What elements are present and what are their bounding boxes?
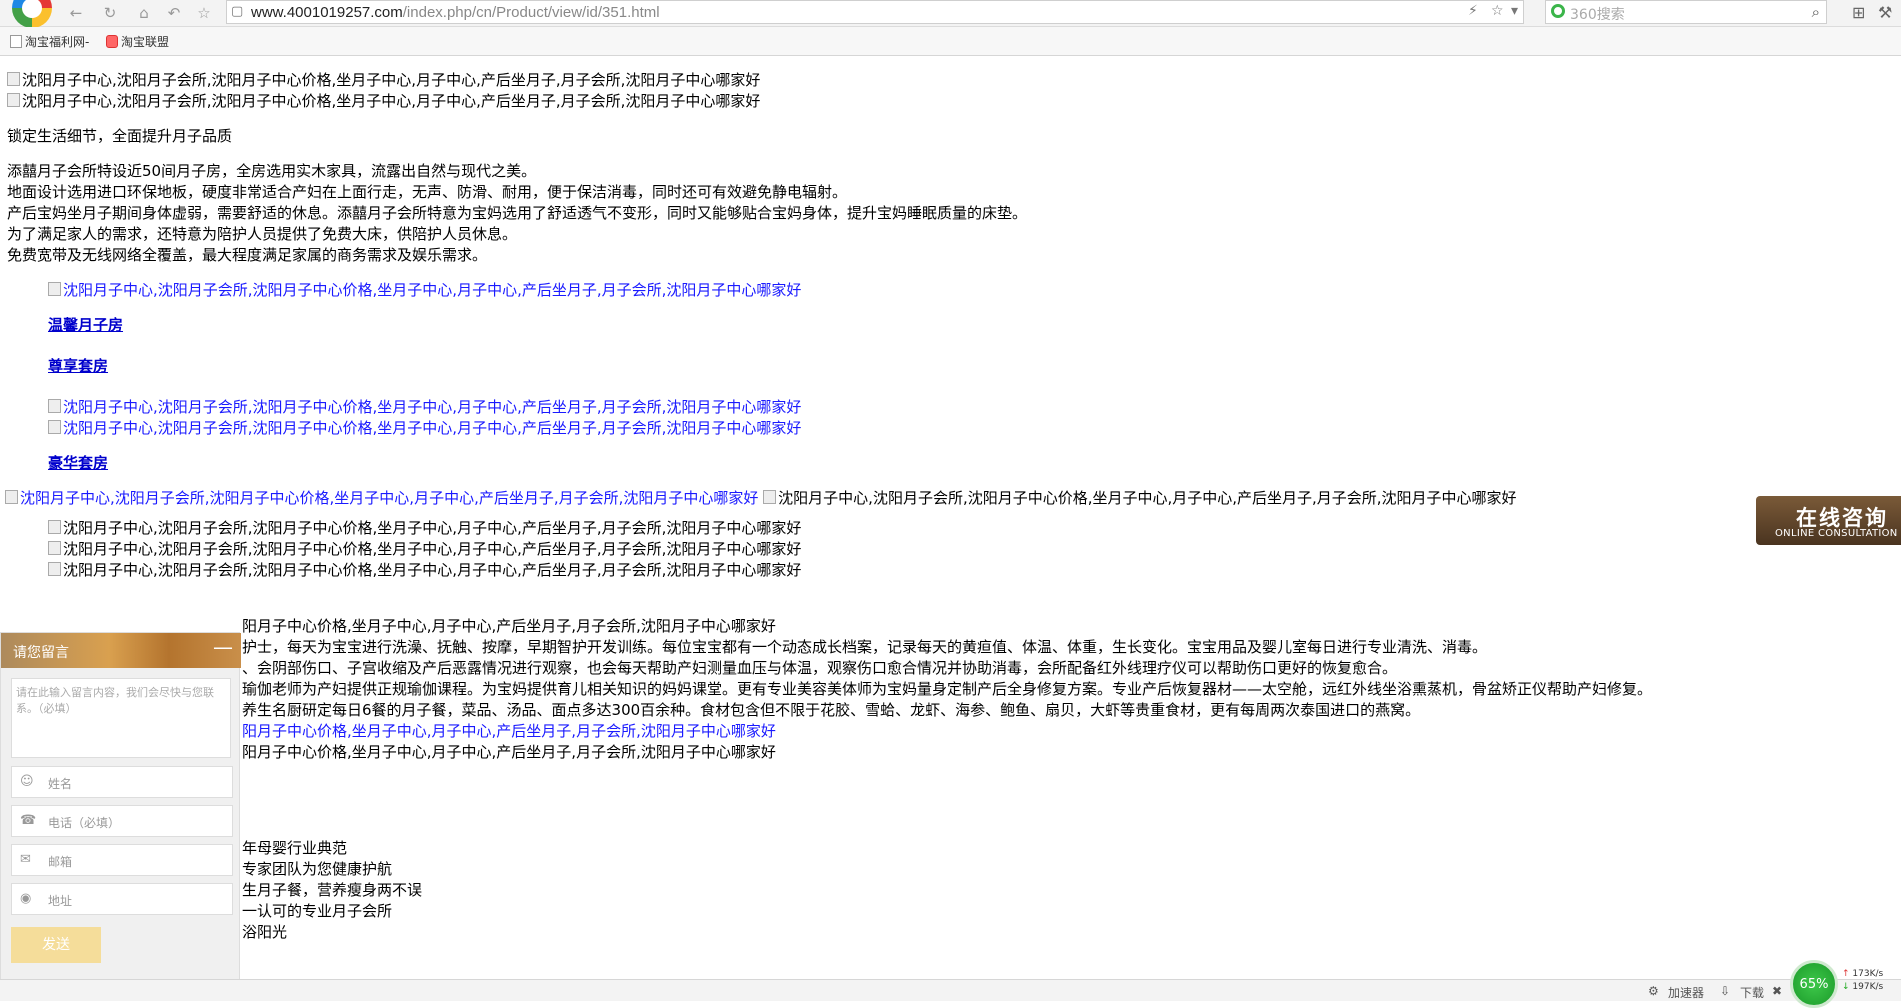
upload-arrow-icon: ↑ [1842,969,1850,979]
page-icon [10,35,22,48]
back-icon[interactable]: ← [66,3,86,23]
bookmark-item-2[interactable]: 淘宝联盟 [106,33,169,50]
email-placeholder: 邮箱 [48,855,73,869]
url-text[interactable]: www.4001019257.com/index.php/cn/Product/… [251,4,660,21]
download-icon[interactable]: ⇩ [1720,984,1730,998]
intro-line: 为了满足家人的需求，还特意为陪护人员提供了免费大床，供陪护人员休息。 [7,225,518,243]
service-line: 、会阴部伤口、子宫收缩及产后恶露情况进行观察，也会每天帮助产妇测量血压与体温，观… [242,659,1398,677]
consult-subtitle: ONLINE CONSULTATION [1775,528,1898,539]
speed-ball[interactable]: 65% [1790,960,1838,1008]
intro-line: 地面设计选用进口环保地板，硬度非常适合产妇在上面行走，无声、防滑、耐用，便于保洁… [7,183,848,201]
bookmarks-bar: 淘宝福利网- 淘宝联盟 [0,27,1901,56]
name-placeholder: 姓名 [48,777,73,791]
address-field[interactable]: ◉ 地址 [11,883,233,915]
feature-line: 生月子餐，营养瘦身两不误 [242,881,423,899]
download-rate: 197K/s [1852,982,1884,992]
image-placeholder: 沈阳月子中心,沈阳月子会所,沈阳月子中心价格,坐月子中心,月子中心,产后坐月子,… [48,518,1767,539]
feature-line: 一认可的专业月子会所 [242,902,393,920]
browser-toolbar: ← ↻ ⌂ ↶ ☆ ▢ www.4001019257.com/index.php… [0,0,1901,28]
mail-icon: ✉ [20,852,31,867]
service-line: 瑜伽老师为产妇提供正规瑜伽课程。为宝妈提供育儿相关知识的妈妈课堂。更有专业美容美… [242,680,1653,698]
home-icon[interactable]: ⌂ [134,3,154,23]
accelerator-icon[interactable]: ⚙ [1648,984,1659,998]
online-consult-button[interactable]: 在线咨询 ONLINE CONSULTATION [1756,496,1901,545]
phone-placeholder: 电话（必填） [48,816,121,830]
feature-line: 年母婴行业典范 [242,839,348,857]
room-title-link[interactable]: 尊享套房 [48,356,1767,377]
feature-line: 浴阳光 [242,923,288,941]
image-link[interactable]: 沈阳月子中心,沈阳月子会所,沈阳月子中心价格,坐月子中心,月子中心,产后坐月子,… [5,489,758,507]
user-icon: ☺ [20,774,34,789]
intro-line: 添囍月子会所特设近50间月子房，全房选用实木家具，流露出自然与现代之美。 [7,162,537,180]
bookmark-star-icon[interactable]: ☆ [1491,3,1504,19]
send-button[interactable]: 发送 [11,927,101,963]
service-link[interactable]: 阳月子中心价格,坐月子中心,月子中心,产后坐月子,月子会所,沈阳月子中心哪家好 [242,721,1767,742]
undo-icon[interactable]: ↶ [164,3,184,23]
search-placeholder: 360搜索 [1570,7,1625,23]
service-line: 养生名厨研定每日6餐的月子餐，菜品、汤品、面点多达300百余种。食材包含但不限于… [242,701,1421,719]
search-engine-icon [1551,4,1565,18]
phone-field[interactable]: ☎ 电话（必填） [11,805,233,837]
service-line: 阳月子中心价格,坐月子中心,月子中心,产后坐月子,月子会所,沈阳月子中心哪家好 [242,743,776,761]
image-placeholder: 沈阳月子中心,沈阳月子会所,沈阳月子中心价格,坐月子中心,月子中心,产后坐月子,… [7,91,1767,112]
intro-line: 免费宽带及无线网络全覆盖，最大程度满足家属的商务需求及娱乐需求。 [7,246,488,264]
favorite-star-icon[interactable]: ☆ [194,3,214,23]
download-label[interactable]: 下载 [1740,984,1764,1001]
service-line: 阳月子中心价格,坐月子中心,月子中心,产后坐月子,月子会所,沈阳月子中心哪家好 [242,617,776,635]
room-title-link[interactable]: 豪华套房 [48,453,1767,474]
flash-icon[interactable]: ⚡ [1468,3,1478,19]
taobao-icon [106,35,118,48]
download-arrow-icon: ↓ [1842,982,1850,992]
feature-line: 专家团队为您健康护航 [242,860,393,878]
clear-icon[interactable]: ✖ [1772,984,1782,998]
status-bar: ⚙ 加速器 ⇩ 下载 ✖ [0,979,1901,1001]
message-panel-title: 请您留言 [13,645,69,661]
address-placeholder: 地址 [48,894,73,908]
room-title-link[interactable]: 温馨月子房 [48,315,1767,336]
image-placeholder: 沈阳月子中心,沈阳月子会所,沈阳月子中心价格,坐月子中心,月子中心,产后坐月子,… [7,70,1767,91]
minimize-button[interactable]: — [213,635,233,659]
grid-menu-icon[interactable]: ⊞ [1852,3,1865,22]
room-image-link[interactable]: 沈阳月子中心,沈阳月子会所,沈阳月子中心价格,坐月子中心,月子中心,产后坐月子,… [48,397,1767,418]
message-panel-header: 请您留言 — [1,633,241,668]
network-rates: ↑ 173K/s ↓ 197K/s [1842,968,1883,994]
image-placeholder: 沈阳月子中心,沈阳月子会所,沈阳月子中心价格,坐月子中心,月子中心,产后坐月子,… [763,489,1516,507]
tools-icon[interactable]: ⚒ [1878,3,1892,22]
phone-icon: ☎ [20,813,37,828]
service-line: 护士，每天为宝宝进行洗澡、抚触、按摩，早期智护开发训练。每位宝宝都有一个动态成长… [242,638,1488,656]
browser-logo-icon[interactable] [12,0,52,28]
accelerator-label[interactable]: 加速器 [1668,984,1704,1001]
message-placeholder: 请在此输入留言内容，我们会尽快与您联系。（必填） [16,686,214,715]
room-image-link[interactable]: 沈阳月子中心,沈阳月子会所,沈阳月子中心价格,坐月子中心,月子中心,产后坐月子,… [48,280,1767,301]
upload-rate: 173K/s [1852,969,1884,979]
search-icon[interactable]: ⌕ [1812,3,1820,21]
page-info-icon[interactable]: ▢ [231,4,243,19]
name-field[interactable]: ☺ 姓名 [11,766,233,798]
image-placeholder: 沈阳月子中心,沈阳月子会所,沈阳月子中心价格,坐月子中心,月子中心,产后坐月子,… [48,560,1767,581]
address-bar[interactable]: ▢ www.4001019257.com/index.php/cn/Produc… [226,0,1524,24]
tagline: 锁定生活细节，全面提升月子品质 [7,127,233,145]
image-placeholder: 沈阳月子中心,沈阳月子会所,沈阳月子中心价格,坐月子中心,月子中心,产后坐月子,… [48,539,1767,560]
search-box[interactable]: 360搜索 ⌕ [1545,0,1827,24]
refresh-icon[interactable]: ↻ [100,3,120,23]
message-panel: 请您留言 — 请在此输入留言内容，我们会尽快与您联系。（必填） ☺ 姓名 ☎ 电… [0,632,241,984]
location-icon: ◉ [20,891,32,906]
room-image-link[interactable]: 沈阳月子中心,沈阳月子会所,沈阳月子中心价格,坐月子中心,月子中心,产后坐月子,… [48,418,1767,439]
page-content: 沈阳月子中心,沈阳月子会所,沈阳月子中心价格,坐月子中心,月子中心,产后坐月子,… [7,70,1767,943]
message-textarea[interactable]: 请在此输入留言内容，我们会尽快与您联系。（必填） [11,678,231,758]
url-dropdown-icon[interactable]: ▾ [1511,3,1518,19]
email-field[interactable]: ✉ 邮箱 [11,844,233,876]
intro-line: 产后宝妈坐月子期间身体虚弱，需要舒适的休息。添囍月子会所特意为宝妈选用了舒适透气… [7,204,1028,222]
bookmark-item-1[interactable]: 淘宝福利网- [10,33,89,50]
